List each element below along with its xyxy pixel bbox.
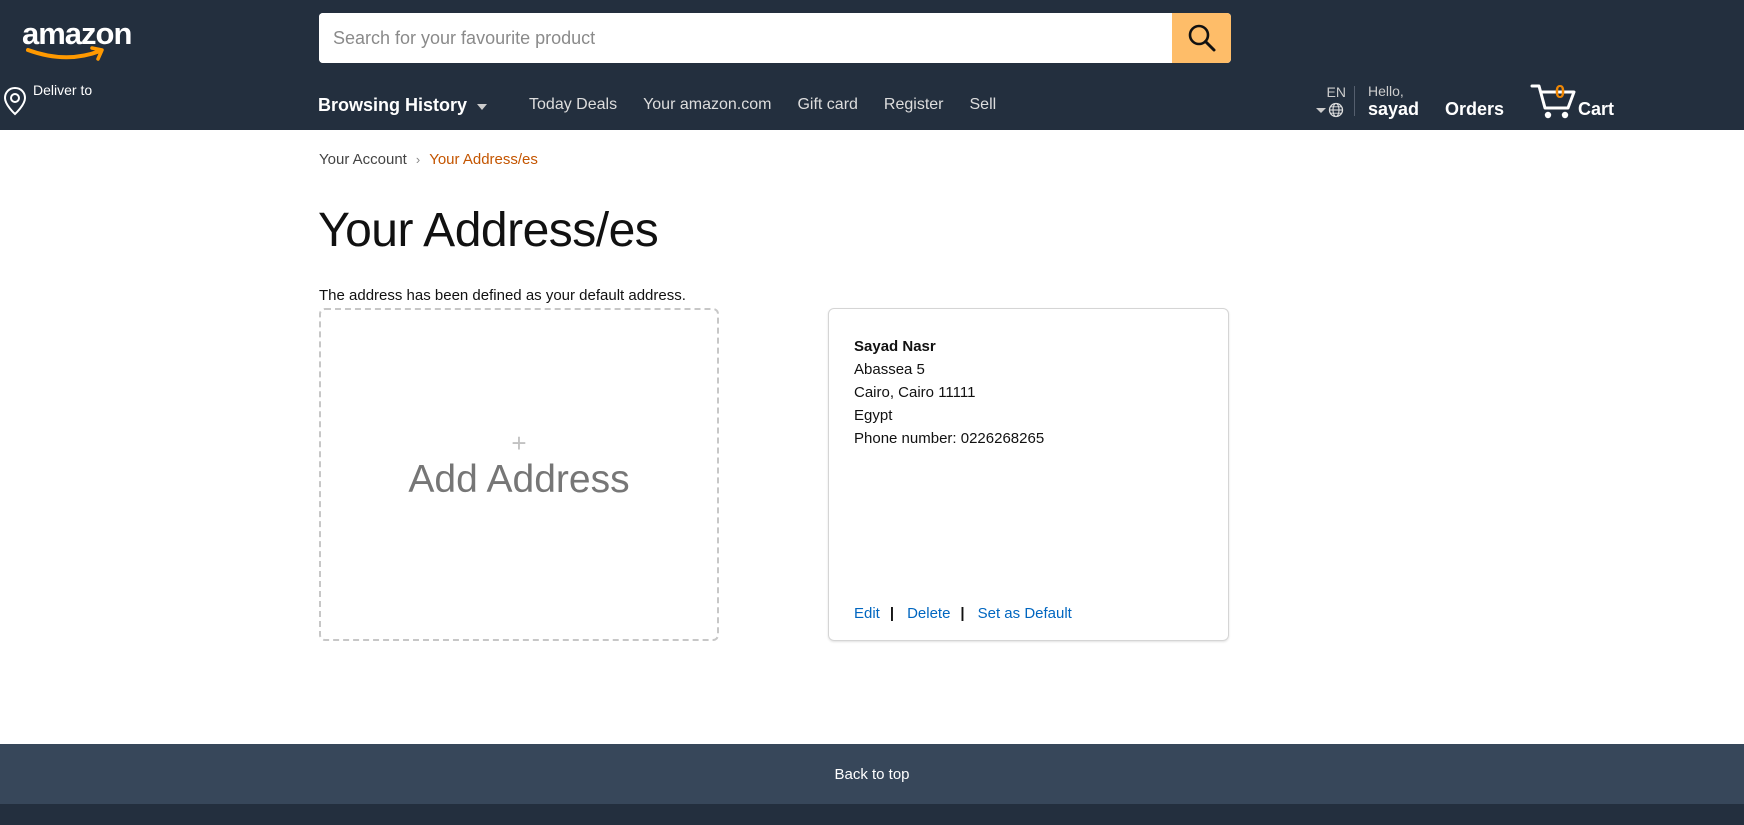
search-bar (319, 13, 1231, 63)
browsing-history-dropdown[interactable]: Browsing History (318, 94, 488, 116)
location-pin-icon (3, 86, 27, 116)
breadcrumb-separator: › (415, 152, 421, 167)
top-header: amazon Deliver to Browsing History Today… (0, 0, 1744, 130)
search-input[interactable] (319, 13, 1172, 63)
add-address-tile[interactable]: + Add Address (319, 308, 719, 641)
account-menu[interactable]: Hello, sayad (1368, 84, 1419, 120)
globe-icon (1328, 102, 1344, 118)
back-to-top-button[interactable]: Back to top (0, 744, 1744, 804)
address-actions: Edit | Delete | Set as Default (854, 605, 1072, 622)
breadcrumb: Your Account › Your Address/es (319, 151, 538, 168)
header-divider (1354, 86, 1355, 116)
add-address-label: Add Address (408, 458, 630, 501)
address-details: Sayad Nasr Abassea 5 Cairo, Cairo 11111 … (854, 335, 1044, 450)
footer (0, 804, 1744, 825)
address-card: Sayad Nasr Abassea 5 Cairo, Cairo 11111 … (828, 308, 1229, 641)
orders-link[interactable]: Orders (1445, 99, 1504, 120)
search-button[interactable] (1172, 13, 1231, 63)
amazon-logo[interactable]: amazon (22, 16, 142, 61)
search-icon (1188, 24, 1215, 52)
nav-gift-card[interactable]: Gift card (797, 96, 857, 114)
chevron-down-icon (1316, 108, 1326, 113)
language-selector[interactable]: EN (1314, 84, 1352, 120)
action-separator: | (889, 605, 895, 622)
breadcrumb-your-account[interactable]: Your Account (319, 151, 407, 168)
address-name: Sayad Nasr (854, 338, 936, 355)
chevron-down-icon (477, 104, 488, 110)
main-nav: Browsing History Today Deals Your amazon… (318, 90, 996, 120)
cart-count-badge: 0 (1555, 82, 1566, 102)
breadcrumb-current: Your Address/es (429, 151, 538, 168)
nav-register[interactable]: Register (884, 96, 944, 114)
address-city: Cairo, Cairo 11111 (854, 384, 976, 401)
address-country: Egypt (854, 407, 893, 424)
deliver-to[interactable]: Deliver to (2, 82, 93, 116)
page-title: Your Address/es (318, 204, 659, 257)
nav-today-deals[interactable]: Today Deals (529, 96, 617, 114)
language-code: EN (1326, 84, 1346, 100)
status-message: The address has been defined as your def… (319, 287, 686, 304)
greeting: Hello, (1368, 83, 1404, 99)
action-separator: | (960, 605, 965, 622)
back-to-top-label: Back to top (834, 765, 910, 783)
delete-address-link[interactable]: Delete (907, 605, 950, 622)
edit-address-link[interactable]: Edit (854, 605, 880, 622)
deliver-to-label: Deliver to (33, 82, 93, 98)
cart-icon (1530, 84, 1576, 119)
username: sayad (1368, 99, 1420, 119)
set-default-link[interactable]: Set as Default (978, 605, 1072, 622)
nav-sell[interactable]: Sell (970, 96, 997, 114)
plus-icon: + (511, 428, 527, 458)
cart-label: Cart (1578, 99, 1615, 119)
browsing-history-label: Browsing History (318, 94, 468, 115)
address-street: Abassea 5 (854, 361, 925, 378)
address-phone: Phone number: 0226268265 (854, 430, 1045, 447)
logo-smile-icon (26, 46, 104, 61)
nav-your-amazon[interactable]: Your amazon.com (643, 96, 771, 114)
cart-button[interactable]: 0 Cart (1530, 82, 1620, 122)
